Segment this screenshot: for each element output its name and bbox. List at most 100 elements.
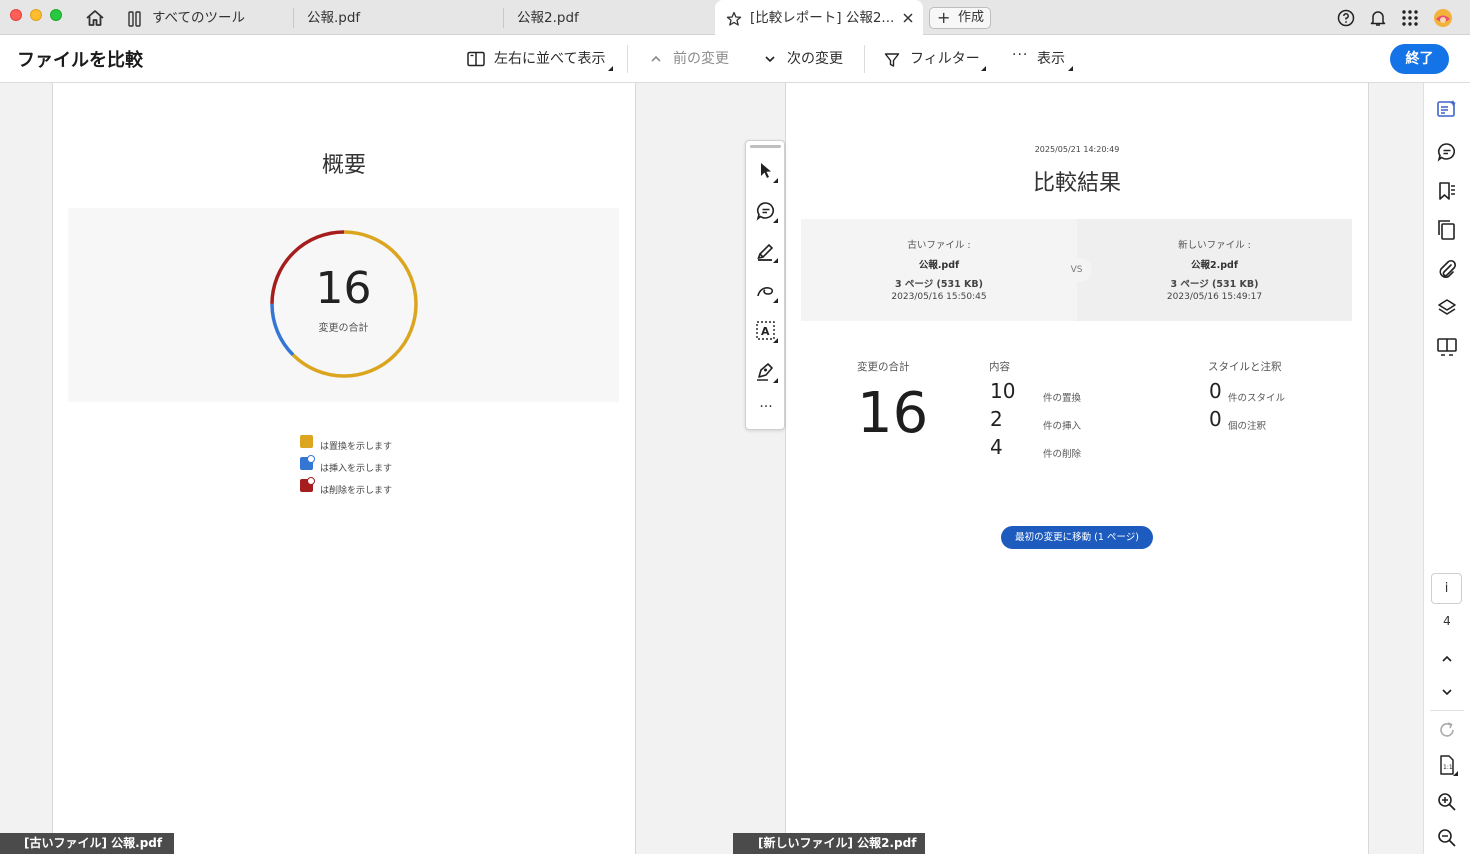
filter-icon [884,53,900,67]
dropdown-corner-icon [1068,66,1073,71]
tab-compare-report[interactable]: [比較レポート] 公報2... [715,0,923,35]
insert-badge-icon [307,455,315,463]
go-to-first-change-button[interactable]: 最初の変更に移動 (1 ページ) [1001,526,1153,549]
rail-divider [1430,710,1464,711]
page-down-chevron-icon[interactable] [1436,681,1458,703]
vs-badge: VS [1061,258,1092,282]
old-file-time: 2023/05/16 15:50:45 [891,292,987,302]
more-tools-icon[interactable]: ··· [746,399,786,415]
new-file-label-text: [新しいファイル] 公報2.pdf [758,836,917,850]
note-count: 0 [1209,407,1222,431]
compare-panel-icon[interactable] [1436,98,1458,120]
tab-separator [503,8,504,28]
total-changes-number: 16 [315,263,372,314]
zoom-window-button[interactable] [50,9,62,21]
sign-pen-icon[interactable] [754,359,778,383]
tab-bar: すべてのツール 公報.pdf 公報2.pdf [比較レポート] 公報2... +… [0,0,1470,35]
current-page-number: 4 [1443,614,1451,628]
replace-swatch-icon [300,435,313,448]
old-file-info: 古いファイル : 公報.pdf 3 ページ (531 KB) 2023/05/1… [801,219,1077,321]
organize-pages-icon[interactable] [1436,336,1458,358]
style-label: 件のスタイル [1228,393,1286,404]
tab-label: すべてのツール [152,10,246,26]
comments-panel-icon[interactable] [1436,141,1458,163]
select-cursor-icon[interactable] [754,159,778,183]
toolbar-separator [627,45,628,73]
info-button[interactable]: i [1431,573,1462,604]
close-tab-icon[interactable] [903,13,913,23]
actual-size-icon[interactable]: 1:1 [1436,754,1458,776]
page-up-chevron-icon[interactable] [1436,648,1458,670]
new-tab-button[interactable]: + 作成 [929,7,991,29]
zoom-out-icon[interactable] [1436,827,1458,849]
style-header: スタイルと注釈 [1208,361,1282,373]
layers-icon[interactable] [1436,297,1458,319]
quick-tools-bar: A ··· [745,140,785,430]
new-file-name: 公報2.pdf [1191,260,1238,271]
help-icon[interactable] [1337,9,1355,27]
new-file-info: 新しいファイル : 公報2.pdf 3 ページ (531 KB) 2023/05… [1077,219,1352,321]
comment-icon[interactable] [754,199,778,223]
home-icon[interactable] [84,7,106,29]
new-file-pages: 3 ページ (531 KB) [1170,279,1259,290]
text-box-icon[interactable]: A [754,319,778,343]
filter-button[interactable]: フィルター [884,35,990,83]
tab-label: [比較レポート] 公報2... [750,10,895,26]
side-by-side-button[interactable]: 左右に並べて表示 [467,35,617,83]
bell-icon[interactable] [1369,9,1387,27]
overview-title: 概要 [321,153,366,178]
star-icon[interactable] [726,11,742,27]
tab-separator [293,8,294,28]
total-number: 16 [857,381,929,446]
right-rail: i 4 1:1 [1423,83,1470,854]
old-file-page: 概要 16 変更の合計 は置換を示します は挿入を示します は削除を示します [52,83,636,854]
avatar[interactable] [1433,8,1453,28]
minimize-window-button[interactable] [30,9,42,21]
side-by-side-label: 左右に並べて表示 [494,51,606,67]
old-file-pages: 3 ページ (531 KB) [895,279,983,290]
tab-file-2[interactable]: 公報2.pdf [517,0,707,35]
apps-grid-icon[interactable] [1401,9,1419,27]
total-changes-label: 変更の合計 [318,323,369,334]
insert-count: 2 [990,407,1003,431]
done-button[interactable]: 終了 [1390,44,1449,74]
previous-change-button[interactable]: 前の変更 [650,35,740,83]
toolbar-separator [864,45,865,73]
new-file-page: 2025/05/21 14:20:49 比較結果 古いファイル : 公報.pdf… [785,83,1369,854]
filter-label: フィルター [910,51,980,67]
view-button[interactable]: ··· 表示 [1012,35,1074,83]
dropdown-corner-icon [981,66,986,71]
legend-label: は挿入を示します [320,464,393,474]
next-change-button[interactable]: 次の変更 [764,35,854,83]
draw-freeform-icon[interactable] [754,279,778,303]
style-count: 0 [1209,379,1222,403]
replace-count: 10 [990,379,1016,403]
new-file-heading: 新しいファイル : [1178,240,1251,251]
tab-all-tools[interactable]: すべてのツール [124,0,290,35]
close-window-button[interactable] [10,9,22,21]
tools-icon [128,11,141,27]
rotate-icon[interactable] [1436,719,1458,741]
old-file-heading: 古いファイル : [907,240,971,251]
file-comparison-box: 古いファイル : 公報.pdf 3 ページ (531 KB) 2023/05/1… [801,219,1352,321]
next-change-label: 次の変更 [787,51,843,67]
svg-text:1:1: 1:1 [1443,764,1453,771]
old-file-label: [古いファイル] 公報.pdf [0,833,174,854]
zoom-in-icon[interactable] [1436,791,1458,813]
previous-change-label: 前の変更 [673,51,729,67]
side-by-side-icon [467,51,485,67]
new-file-label: [新しいファイル] 公報2.pdf [733,833,925,854]
highlighter-icon[interactable] [754,239,778,263]
attachment-icon[interactable] [1436,258,1458,280]
page-title: ファイルを比較 [17,50,143,71]
plus-icon: + [937,8,951,27]
insert-label: 件の挿入 [1043,421,1082,432]
drag-handle[interactable] [750,145,781,148]
bookmarks-icon[interactable] [1436,180,1458,202]
tab-label: 公報2.pdf [517,10,579,26]
tab-file-1[interactable]: 公報.pdf [307,0,497,35]
delete-badge-icon [307,477,315,485]
new-file-time: 2023/05/16 15:49:17 [1166,292,1263,302]
pages-icon[interactable] [1436,219,1458,241]
dropdown-corner-icon [608,66,613,71]
